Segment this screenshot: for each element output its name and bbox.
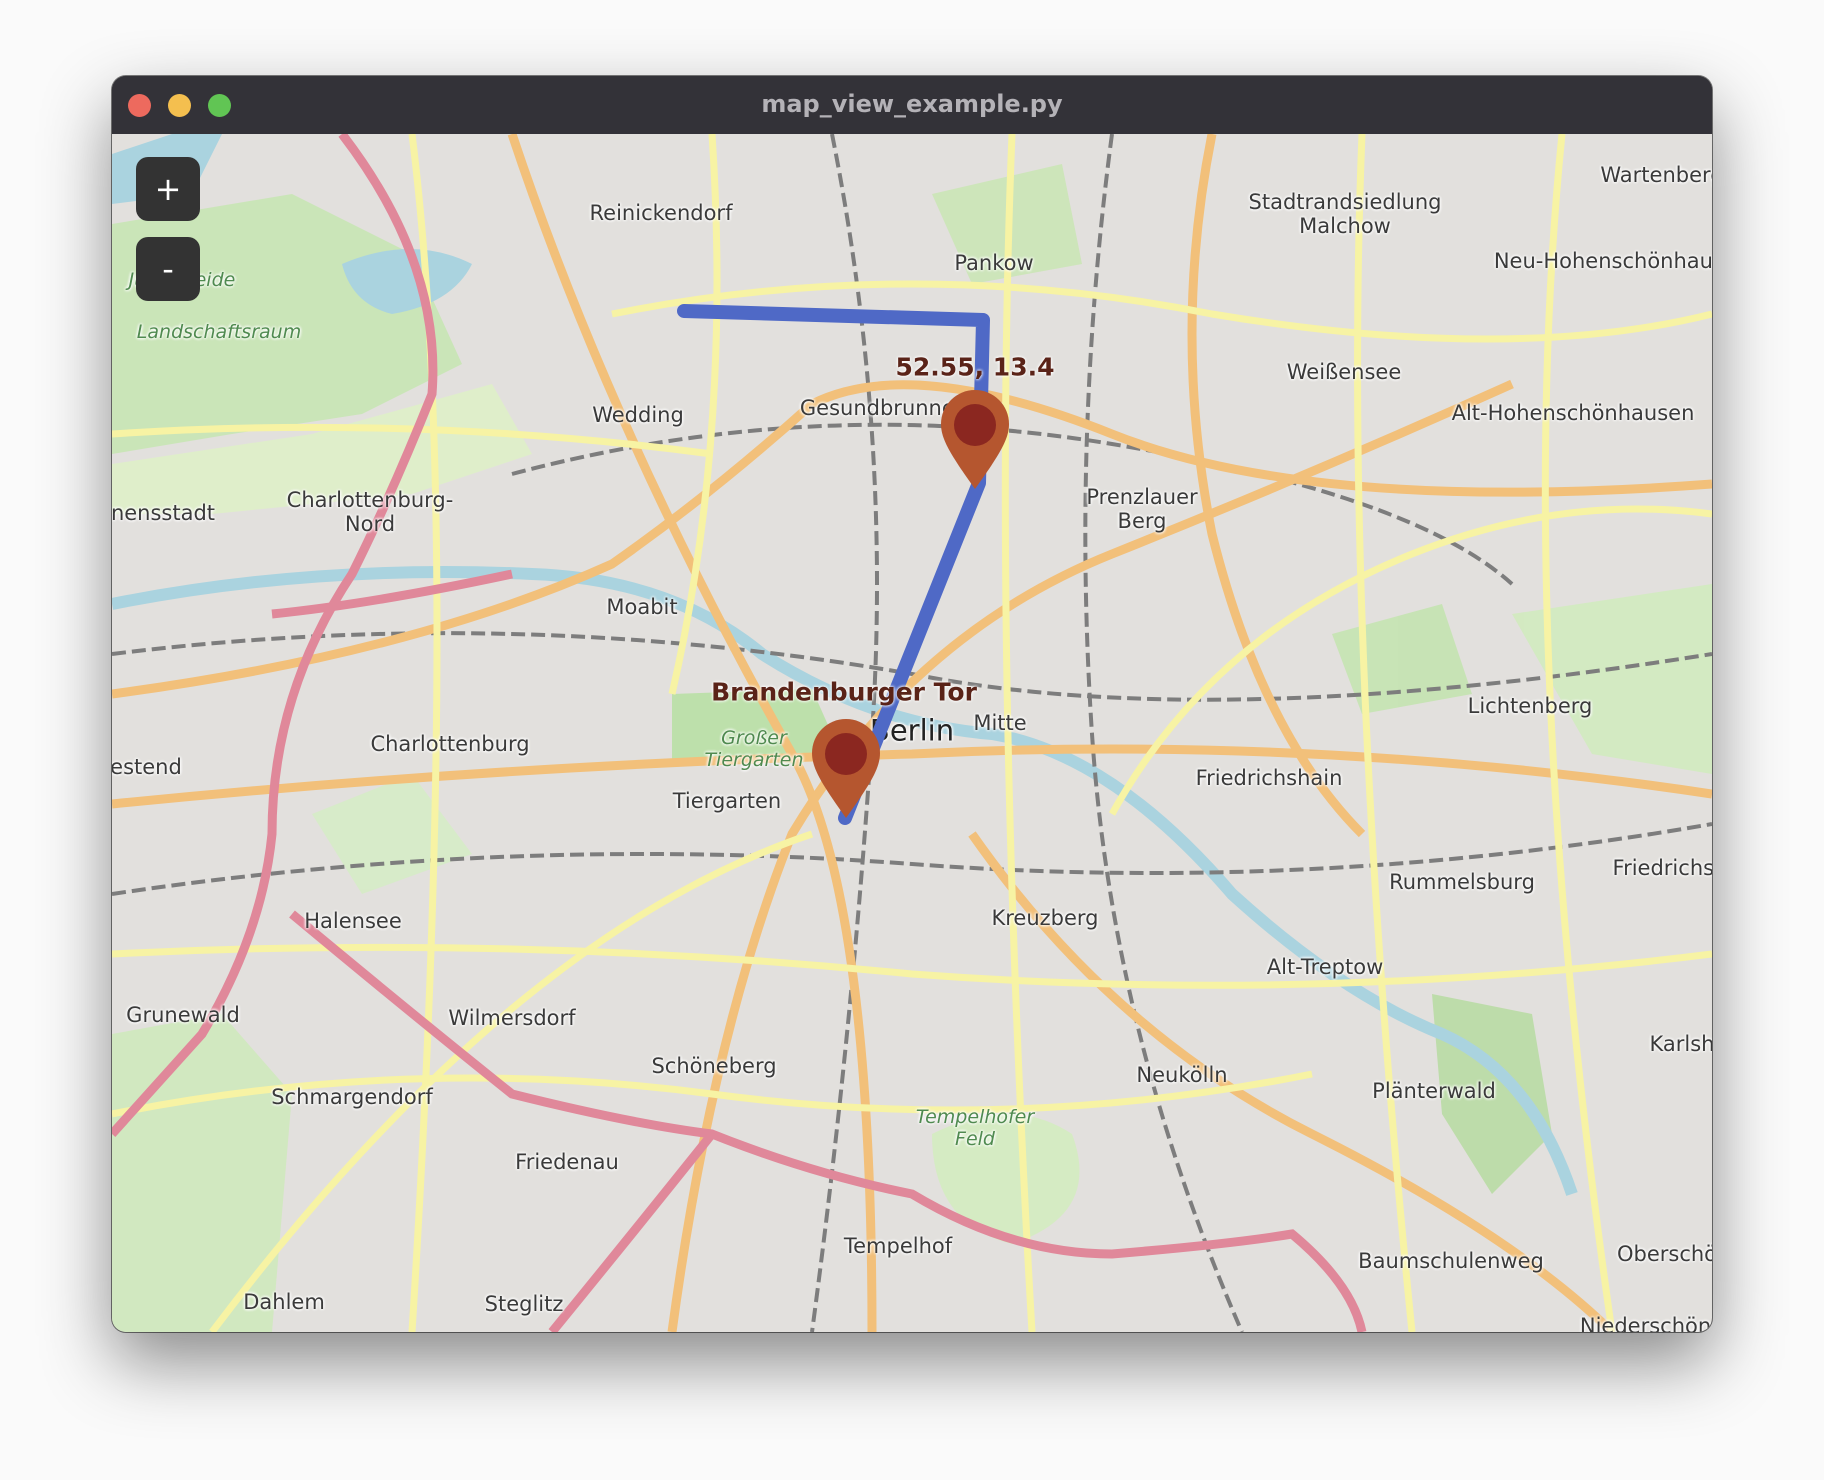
marker-pin-pankow[interactable] <box>941 390 1009 489</box>
marker-pin-brandenburger-tor[interactable] <box>812 719 880 818</box>
map-view[interactable]: Reinickendorf Pankow Stadtrandsiedlung M… <box>112 134 1712 1332</box>
zoom-in-button[interactable]: + <box>136 157 200 221</box>
marker-label-brandenburger-tor: Brandenburger Tor <box>711 677 977 707</box>
zoom-out-button[interactable]: - <box>136 237 200 301</box>
route-overlay <box>677 304 1009 825</box>
marker-label-pankow: 52.55, 13.4 <box>895 352 1055 382</box>
title-bar: map_view_example.py <box>112 76 1712 134</box>
app-window: map_view_example.py Reinickendorf Pankow… <box>112 76 1712 1332</box>
window-title: map_view_example.py <box>761 90 1063 118</box>
